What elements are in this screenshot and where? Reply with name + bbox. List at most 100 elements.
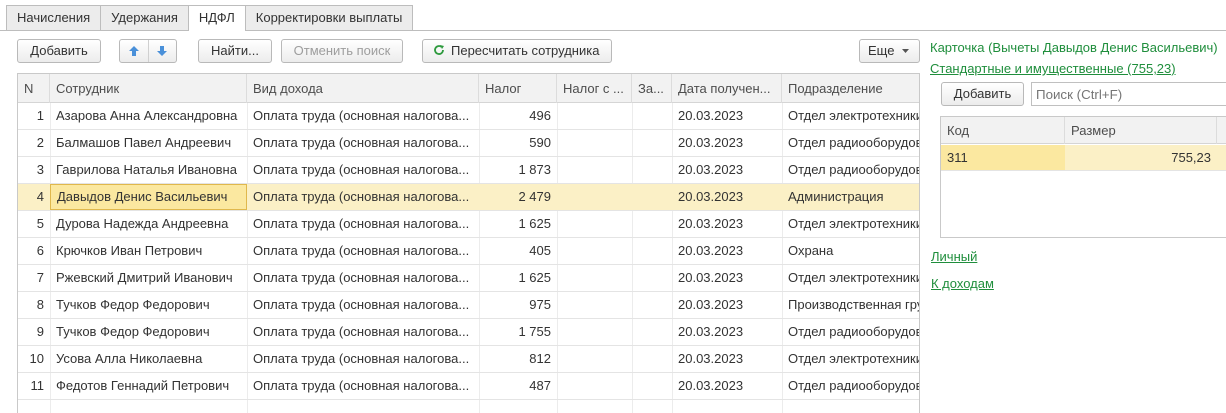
- cell-n[interactable]: 2: [18, 130, 50, 156]
- cell-date[interactable]: 20.03.2023: [672, 373, 782, 399]
- cell-za[interactable]: [632, 103, 672, 129]
- cell-department[interactable]: Администрация: [782, 184, 919, 210]
- cell-date[interactable]: 20.03.2023: [672, 157, 782, 183]
- cell-n[interactable]: 3: [18, 157, 50, 183]
- cell-department[interactable]: Отдел электротехники: [782, 265, 919, 291]
- cell-tax-with[interactable]: [557, 319, 632, 345]
- cell-n[interactable]: 8: [18, 292, 50, 318]
- cell-department[interactable]: Отдел радиооборудования: [782, 157, 919, 183]
- cell-date[interactable]: 20.03.2023: [672, 265, 782, 291]
- table-row[interactable]: 8 Тучков Федор Федорович Оплата труда (осн…: [18, 292, 919, 319]
- cell-date[interactable]: 20.03.2023: [672, 319, 782, 345]
- col-tax-with[interactable]: Налог с ...: [557, 74, 632, 103]
- cell-department[interactable]: Отдел электротехники: [782, 346, 919, 372]
- cell-employee[interactable]: Дурова Надежда Андреевна: [50, 211, 247, 237]
- cell-tax-with[interactable]: [557, 157, 632, 183]
- cell-tax[interactable]: 1 625: [479, 211, 557, 237]
- recalc-employee-button[interactable]: Пересчитать сотрудника: [422, 39, 612, 63]
- cell-date[interactable]: 20.03.2023: [672, 211, 782, 237]
- cancel-search-button[interactable]: Отменить поиск: [281, 39, 403, 63]
- card-add-button[interactable]: Добавить: [941, 82, 1024, 106]
- cell-za[interactable]: [632, 319, 672, 345]
- cell-date[interactable]: 20.03.2023: [672, 103, 782, 129]
- tab-deductions[interactable]: Удержания: [100, 5, 189, 30]
- cell-employee[interactable]: Тучков Федор Федорович: [50, 292, 247, 318]
- cell-n[interactable]: 11: [18, 373, 50, 399]
- cell-za[interactable]: [632, 346, 672, 372]
- cell-income-type[interactable]: Оплата труда (основная налогова...: [247, 211, 479, 237]
- cell-tax[interactable]: 1 873: [479, 157, 557, 183]
- cell-date[interactable]: 20.03.2023: [672, 346, 782, 372]
- cell-date[interactable]: 20.03.2023: [672, 238, 782, 264]
- tab-accruals[interactable]: Начисления: [6, 5, 102, 30]
- cell-income-type[interactable]: Оплата труда (основная налогова...: [247, 346, 479, 372]
- table-row[interactable]: 4 Давыдов Денис Васильевич Оплата труда (о…: [18, 184, 919, 211]
- cell-income-type[interactable]: Оплата труда (основная налогова...: [247, 265, 479, 291]
- cell-tax-with[interactable]: [557, 184, 632, 210]
- cell-income-type[interactable]: Оплата труда (основная налогова...: [247, 373, 479, 399]
- cell-za[interactable]: [632, 211, 672, 237]
- cell-income-type[interactable]: Оплата труда (основная налогова...: [247, 130, 479, 156]
- cell-n[interactable]: 1: [18, 103, 50, 129]
- table-row[interactable]: 9 Тучков Федор Федорович Оплата труда (осн…: [18, 319, 919, 346]
- table-row[interactable]: 1 Азарова Анна Александровна Оплата труда …: [18, 103, 919, 130]
- move-down-button[interactable]: [147, 40, 177, 62]
- cell-n[interactable]: 10: [18, 346, 50, 372]
- table-row[interactable]: 11 Федотов Геннадий Петрович Оплата труда …: [18, 373, 919, 400]
- cell-tax-with[interactable]: [557, 238, 632, 264]
- col-tax[interactable]: Налог: [479, 74, 557, 103]
- table-row[interactable]: 6 Крючков Иван Петрович Оплата труда (осно…: [18, 238, 919, 265]
- cell-tax-with[interactable]: [557, 130, 632, 156]
- add-button[interactable]: Добавить: [17, 39, 101, 63]
- card-search-input[interactable]: [1031, 82, 1226, 106]
- cell-tax[interactable]: 405: [479, 238, 557, 264]
- cell-tax-with[interactable]: [557, 103, 632, 129]
- cell-tax[interactable]: 487: [479, 373, 557, 399]
- cell-date[interactable]: 20.03.2023: [672, 130, 782, 156]
- cell-tax-with[interactable]: [557, 346, 632, 372]
- cell-n[interactable]: 6: [18, 238, 50, 264]
- cell-employee[interactable]: Тучков Федор Федорович: [50, 319, 247, 345]
- col-date[interactable]: Дата получен...: [672, 74, 782, 103]
- cell-tax[interactable]: 975: [479, 292, 557, 318]
- table-row[interactable]: 3 Гаврилова Наталья Ивановна Оплата труда …: [18, 157, 919, 184]
- tab-payment-corrections[interactable]: Корректировки выплаты: [244, 5, 414, 30]
- cell-income-type[interactable]: Оплата труда (основная налогова...: [247, 157, 479, 183]
- cell-employee[interactable]: Крючков Иван Петрович: [50, 238, 247, 264]
- cell-za[interactable]: [632, 157, 672, 183]
- col-department[interactable]: Подразделение: [782, 74, 919, 103]
- cell-tax-with[interactable]: [557, 211, 632, 237]
- cell-n[interactable]: 4: [18, 184, 50, 210]
- cell-tax[interactable]: 496: [479, 103, 557, 129]
- to-income-link[interactable]: К доходам: [931, 276, 994, 291]
- col-employee[interactable]: Сотрудник: [50, 74, 247, 103]
- cell-tax[interactable]: 1 755: [479, 319, 557, 345]
- cell-n[interactable]: 5: [18, 211, 50, 237]
- cell-za[interactable]: [632, 373, 672, 399]
- table-row[interactable]: 7 Ржевский Дмитрий Иванович Оплата труда (…: [18, 265, 919, 292]
- cell-employee[interactable]: Давыдов Денис Васильевич: [50, 184, 247, 210]
- cell-za[interactable]: [632, 292, 672, 318]
- cell-tax-with[interactable]: [557, 265, 632, 291]
- table-row[interactable]: 2 Балмашов Павел Андреевич Оплата труда (о…: [18, 130, 919, 157]
- cell-date[interactable]: 20.03.2023: [672, 292, 782, 318]
- tab-ndfl[interactable]: НДФЛ: [187, 5, 246, 31]
- standard-deductions-link[interactable]: Стандартные и имущественные (755,23): [930, 61, 1176, 76]
- cell-department[interactable]: Отдел электротехники: [782, 103, 919, 129]
- cell-za[interactable]: [632, 265, 672, 291]
- personal-link[interactable]: Личный: [931, 249, 977, 264]
- table-row[interactable]: 5 Дурова Надежда Андреевна Оплата труда (о…: [18, 211, 919, 238]
- cell-department[interactable]: Охрана: [782, 238, 919, 264]
- table-row[interactable]: 10 Усова Алла Николаевна Оплата труда (осн…: [18, 346, 919, 373]
- deduction-code[interactable]: 311: [941, 145, 1065, 170]
- cell-tax[interactable]: 812: [479, 346, 557, 372]
- move-up-button[interactable]: [120, 40, 148, 62]
- more-button[interactable]: Еще: [859, 39, 920, 63]
- cell-za[interactable]: [632, 130, 672, 156]
- cell-income-type[interactable]: Оплата труда (основная налогова...: [247, 184, 479, 210]
- cell-date[interactable]: 20.03.2023: [672, 184, 782, 210]
- cell-employee[interactable]: Усова Алла Николаевна: [50, 346, 247, 372]
- cell-employee[interactable]: Балмашов Павел Андреевич: [50, 130, 247, 156]
- deduction-size[interactable]: 755,23: [1065, 145, 1217, 170]
- cell-department[interactable]: Производственная группа: [782, 292, 919, 318]
